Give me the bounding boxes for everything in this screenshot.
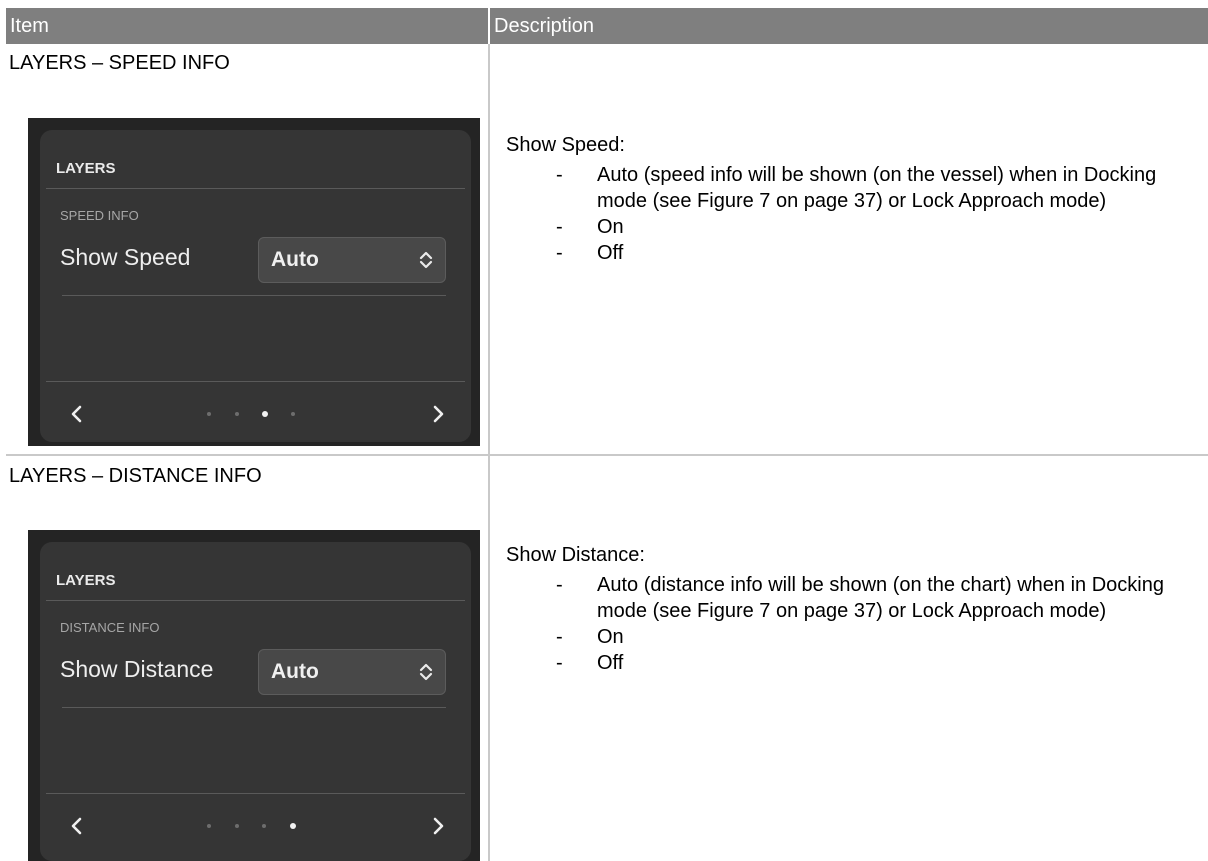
description-heading: Show Distance:: [506, 544, 645, 566]
option-text: Auto (distance info will be shown (on th…: [597, 574, 1164, 622]
setting-label: Show Distance: [60, 656, 214, 682]
option-text: On: [597, 216, 624, 238]
page-dot[interactable]: [235, 824, 239, 828]
list-bullet: -: [556, 216, 563, 238]
row-item-title: LAYERS – SPEED INFO: [9, 52, 230, 74]
list-bullet: -: [556, 652, 563, 674]
divider: [46, 793, 465, 794]
column-divider: [488, 44, 490, 861]
divider: [46, 188, 465, 189]
panel-screenshot: LAYERS DISTANCE INFO Show Distance Auto: [28, 530, 480, 861]
chevron-right-icon[interactable]: [431, 404, 445, 424]
chevron-right-icon[interactable]: [431, 816, 445, 836]
column-header-description: Description: [490, 8, 1208, 44]
option-item: - Auto (distance info will be shown (on t…: [506, 572, 1206, 624]
column-header-item: Item: [6, 8, 488, 44]
option-text: Off: [597, 652, 624, 674]
divider: [62, 707, 446, 708]
layers-panel: LAYERS SPEED INFO Show Speed Auto: [40, 130, 471, 442]
list-bullet: -: [556, 574, 563, 596]
panel-title: LAYERS: [56, 572, 116, 589]
divider: [46, 600, 465, 601]
page-dot[interactable]: [235, 412, 239, 416]
panel-screenshot: LAYERS SPEED INFO Show Speed Auto: [28, 118, 480, 446]
chevron-left-icon[interactable]: [70, 404, 84, 424]
page-dot-active[interactable]: [290, 823, 296, 829]
option-item: - On: [506, 214, 1206, 240]
row-item-title: LAYERS – DISTANCE INFO: [9, 465, 262, 487]
up-down-chevron-icon: [419, 251, 433, 269]
option-text: On: [597, 626, 624, 648]
section-label: SPEED INFO: [60, 208, 139, 223]
page-dot[interactable]: [262, 824, 266, 828]
option-text: Off: [597, 242, 624, 264]
row-description: Show Distance: - Auto (distance info will…: [506, 542, 1206, 676]
chevron-left-icon[interactable]: [70, 816, 84, 836]
setting-label: Show Speed: [60, 244, 191, 270]
page-dot[interactable]: [207, 412, 211, 416]
option-item: - Off: [506, 650, 1206, 676]
panel-title: LAYERS: [56, 160, 116, 177]
select-value: Auto: [271, 248, 319, 271]
page-dot[interactable]: [291, 412, 295, 416]
page-dot[interactable]: [207, 824, 211, 828]
option-item: - Auto (speed info will be shown (on the …: [506, 162, 1206, 214]
row-description: Show Speed: - Auto (speed info will be sh…: [506, 132, 1206, 266]
row-divider: [6, 454, 1208, 456]
description-heading: Show Speed:: [506, 134, 625, 156]
page-indicator: [205, 411, 305, 418]
section-label: DISTANCE INFO: [60, 620, 160, 635]
show-distance-select[interactable]: Auto: [258, 649, 446, 695]
divider: [62, 295, 446, 296]
show-speed-select[interactable]: Auto: [258, 237, 446, 283]
page-dot-active[interactable]: [262, 411, 268, 417]
divider: [46, 381, 465, 382]
list-bullet: -: [556, 242, 563, 264]
select-value: Auto: [271, 660, 319, 683]
option-text: Auto (speed info will be shown (on the v…: [597, 164, 1157, 212]
layers-panel: LAYERS DISTANCE INFO Show Distance Auto: [40, 542, 471, 861]
option-item: - On: [506, 624, 1206, 650]
page-indicator: [205, 823, 305, 830]
list-bullet: -: [556, 164, 563, 186]
option-item: - Off: [506, 240, 1206, 266]
up-down-chevron-icon: [419, 663, 433, 681]
list-bullet: -: [556, 626, 563, 648]
